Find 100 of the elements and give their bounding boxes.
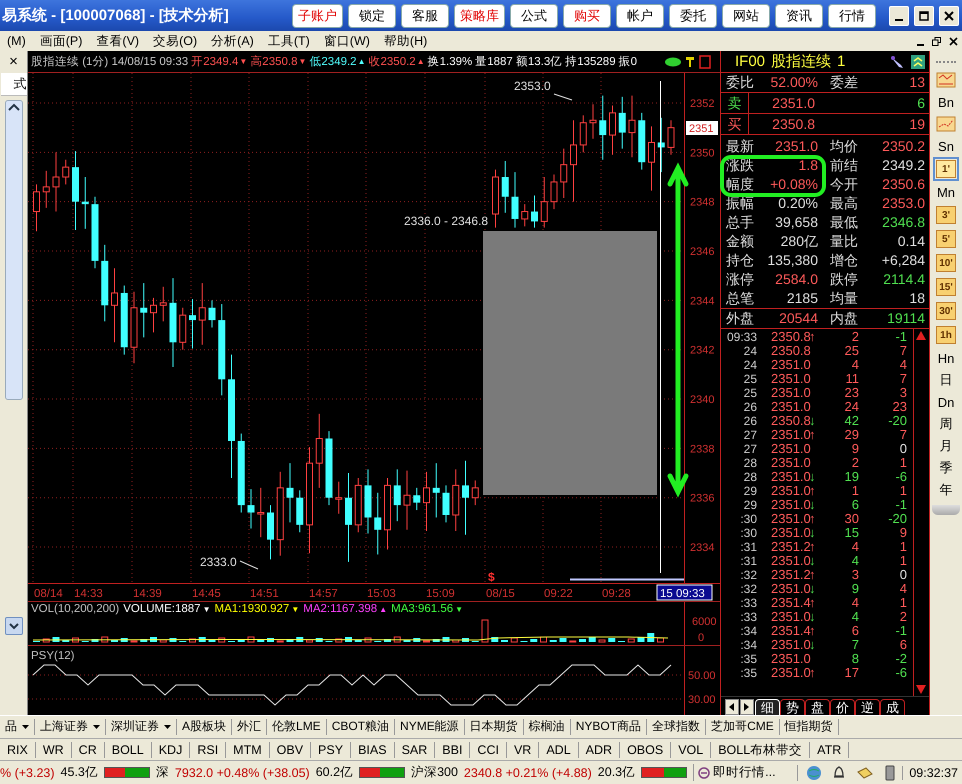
period-button[interactable]: 月 (933, 436, 959, 456)
maximize-button[interactable] (914, 6, 934, 26)
market-tab[interactable]: CBOT粮油 (326, 718, 396, 735)
market-tab[interactable]: 深圳证券 (106, 718, 177, 735)
market-tab[interactable]: 上海证券 (35, 718, 106, 735)
toolbar-button[interactable]: 锁定 (348, 4, 396, 28)
indicator-tab[interactable]: MTM (226, 742, 270, 758)
period-button[interactable]: 季 (933, 458, 959, 478)
market-tab[interactable]: 日本期货 (464, 718, 524, 735)
market-tab[interactable]: 外汇 (232, 718, 268, 735)
market-tab[interactable]: NYME能源 (395, 718, 465, 735)
toolbar-button[interactable]: 购买 (563, 4, 611, 28)
menu-item[interactable]: 交易(O) (146, 32, 204, 50)
period-button[interactable]: Bn (933, 92, 959, 112)
menu-item[interactable]: 帮助(H) (376, 32, 434, 50)
indicator-tab[interactable]: OBOS (620, 742, 672, 758)
scroll-handle[interactable] (932, 505, 960, 516)
chart-icon[interactable] (935, 70, 957, 90)
period-button[interactable]: 15' (936, 278, 956, 296)
collapse-icon[interactable] (911, 54, 925, 69)
close-button[interactable]: × (2, 51, 26, 74)
period-button[interactable]: 年 (933, 480, 959, 500)
realtime-quote-link[interactable]: 即时行情... (693, 764, 776, 782)
indicator-tab[interactable]: ATR (810, 742, 850, 758)
toolbar-button[interactable]: 资讯 (775, 4, 823, 28)
panel-tab[interactable]: 成 (880, 699, 905, 716)
line-chart-icon[interactable] (935, 114, 957, 134)
period-button[interactable]: 30' (936, 302, 956, 320)
candlestick (618, 96, 626, 150)
market-tab[interactable]: 芝加哥CME (706, 718, 780, 735)
indicator-tab[interactable]: BBI (435, 742, 470, 758)
period-button[interactable]: 1h (936, 326, 956, 344)
down-arrow-icon[interactable] (914, 684, 928, 696)
indicator-tab[interactable]: BOLL布林带交 (711, 742, 810, 758)
menu-item[interactable]: 分析(A) (204, 32, 261, 50)
pen-icon[interactable] (889, 54, 905, 69)
scroll-right-button[interactable] (740, 699, 754, 716)
indicator-tab[interactable]: KDJ (152, 742, 190, 758)
toolbar-button[interactable]: 网站 (722, 4, 770, 28)
period-button[interactable]: Sn (933, 136, 959, 156)
period-button[interactable]: Mn (933, 182, 959, 202)
menu-item[interactable]: 画面(P) (32, 32, 90, 50)
market-tab[interactable]: A股板块 (177, 718, 232, 735)
scrollbar[interactable] (4, 100, 22, 400)
indicator-tab[interactable]: RIX (0, 742, 36, 758)
toolbar-button[interactable]: 行情 (828, 4, 876, 28)
period-button[interactable]: Hn (933, 348, 959, 368)
toolbar-button[interactable]: 客服 (401, 4, 449, 28)
market-tab[interactable]: 棕榈油 (524, 718, 571, 735)
indicator-tab[interactable]: RSI (190, 742, 226, 758)
market-tab[interactable]: 伦敦LME (267, 718, 327, 735)
toolbar-button[interactable]: 子账户 (292, 4, 343, 28)
price-axis-label: 2340 (690, 394, 714, 406)
toolbar-button[interactable]: 委托 (669, 4, 717, 28)
scroll-left-button[interactable] (725, 699, 739, 716)
indicator-tab[interactable]: BIAS (351, 742, 395, 758)
market-tab[interactable]: NYBOT商品 (570, 718, 648, 735)
indicator-tab[interactable]: VR (506, 742, 540, 758)
indicator-tab[interactable]: BOLL (104, 742, 152, 758)
panel-tab[interactable]: 价 (830, 699, 855, 716)
panel-tab[interactable]: 势 (780, 699, 805, 716)
indicator-tab[interactable]: CCI (470, 742, 507, 758)
minimize-button[interactable] (889, 6, 909, 26)
toolbar-button[interactable]: 公式 (510, 4, 558, 28)
indicator-tab[interactable]: VOL (671, 742, 712, 758)
period-button[interactable]: 3' (936, 206, 956, 224)
indicator-tab[interactable]: SAR (394, 742, 436, 758)
indicator-tab[interactable]: OBV (270, 742, 312, 758)
close-icon[interactable] (949, 36, 958, 46)
market-tab[interactable]: 恒指期货 (780, 718, 839, 735)
panel-tab[interactable]: 逆 (855, 699, 880, 716)
period-button[interactable]: 1' (936, 160, 956, 178)
up-arrow-icon[interactable] (914, 329, 928, 342)
menu-item[interactable]: 工具(T) (260, 32, 317, 50)
market-tab[interactable]: 全球指数 (647, 718, 706, 735)
period-button[interactable]: 5' (936, 230, 956, 248)
menu-item[interactable]: 窗口(W) (316, 32, 377, 50)
period-button[interactable]: 10' (936, 254, 956, 272)
period-button[interactable]: 日 (933, 370, 959, 390)
tick-price: 2351.0 (770, 372, 809, 386)
close-button[interactable] (939, 6, 959, 26)
globe-icon[interactable] (806, 764, 822, 781)
period-button[interactable]: 周 (933, 414, 959, 434)
market-tab[interactable]: 品 (0, 718, 35, 735)
toolbar-button[interactable]: 帐户 (616, 4, 664, 28)
indicator-tab[interactable]: ADR (578, 742, 620, 758)
panel-tab[interactable]: 盘 (805, 699, 830, 716)
menu-item[interactable]: 查看(V) (89, 32, 146, 50)
minimize-icon[interactable] (917, 44, 924, 46)
indicator-tab[interactable]: CR (72, 742, 105, 758)
window-icon[interactable] (698, 54, 712, 69)
restore-icon[interactable] (932, 36, 941, 46)
scrollbar[interactable] (913, 329, 929, 696)
period-button[interactable]: Dn (933, 392, 959, 412)
toolbar-button[interactable]: 策略库 (454, 4, 505, 28)
indicator-tab[interactable]: PSY (311, 742, 352, 758)
indicator-tab[interactable]: WR (36, 742, 72, 758)
panel-tab[interactable]: 细 (755, 699, 780, 716)
indicator-tab[interactable]: ADL (539, 742, 579, 758)
menu-item[interactable]: (M) (0, 34, 33, 48)
